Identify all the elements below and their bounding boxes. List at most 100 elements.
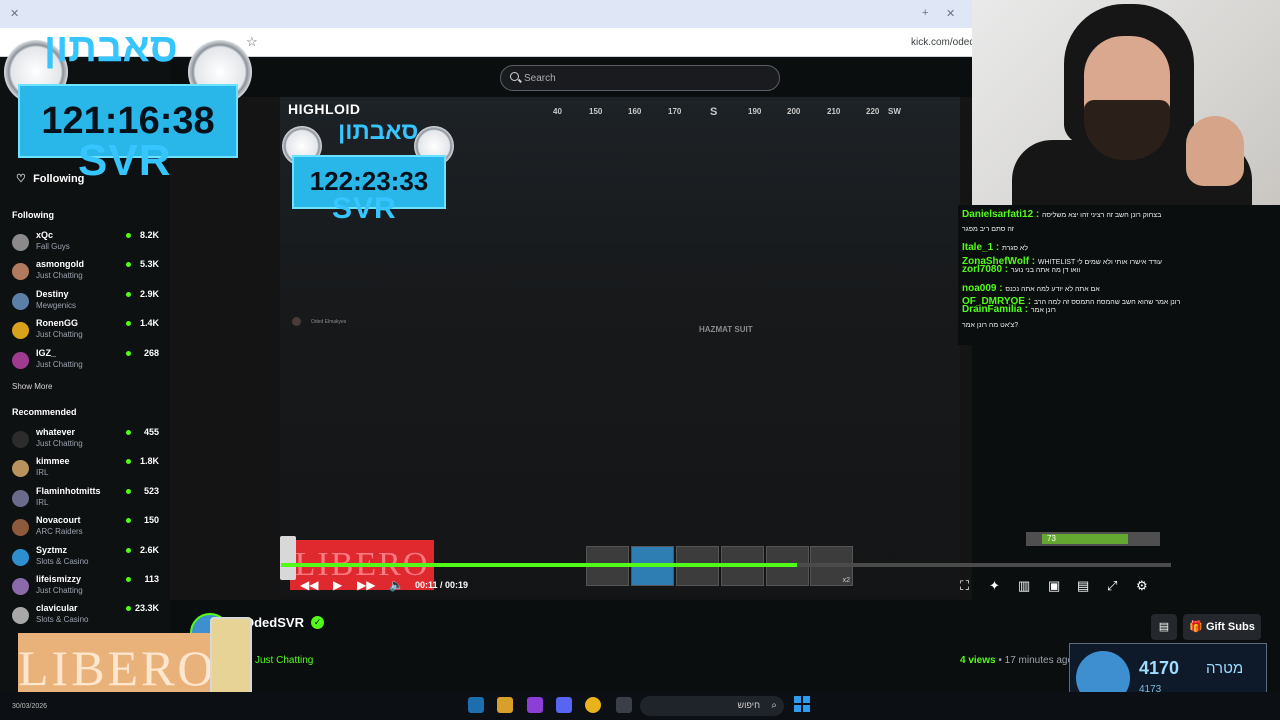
chrome-icon[interactable] [585, 697, 601, 713]
live-dot-icon [126, 350, 131, 356]
chat-message: צ'אט מה רונן אמר? [962, 322, 1018, 329]
theater-mode-icon[interactable]: ▥ [1018, 578, 1030, 594]
svr-label-big: SVR [78, 136, 172, 185]
following-nav-item[interactable]: ♡ Following [16, 172, 84, 185]
show-more-link[interactable]: Show More [12, 382, 52, 391]
channel-category: Just Chatting [36, 359, 83, 369]
live-dot-icon [126, 606, 131, 612]
channel-name: Destiny [36, 288, 69, 299]
recommended-channel[interactable]: kimmee IRL 1.8K [0, 456, 170, 485]
mini-player-icon[interactable]: ▣ [1048, 578, 1060, 594]
sparkle-icon[interactable]: ✦ [989, 578, 1000, 594]
avatar [12, 292, 29, 310]
compass-tick: 150 [589, 107, 603, 116]
windows-start-icon[interactable] [794, 696, 810, 712]
new-tab-icon[interactable]: + [922, 7, 928, 19]
game-logo: HIGHLOID [288, 101, 361, 117]
viewer-count: 2.6K [139, 544, 159, 555]
duration: 00:19 [445, 580, 469, 590]
viewer-count: 113 [144, 574, 159, 584]
recommended-channel[interactable]: whatever Just Chatting 455 [0, 427, 170, 456]
following-channel[interactable]: RonenGG Just Chatting 1.4K [0, 318, 170, 347]
fullscreen-icon[interactable]: ⤢ [1107, 578, 1117, 594]
discord-icon[interactable] [556, 697, 572, 713]
channel-name: Syztmz [36, 544, 68, 555]
channel-category: ARC Raiders [36, 527, 83, 537]
following-channel[interactable]: Destiny Mewgenics 2.9K [0, 289, 170, 318]
taskbar-search[interactable]: חיפוש ⌕ [640, 696, 784, 716]
webcam-feed [972, 0, 1280, 205]
chat-message: zorl7080 : וואו דן מה אתה בני נוער [962, 264, 1080, 275]
avatar [12, 519, 29, 537]
channel-category: Just Chatting [36, 586, 83, 595]
channel-name: asmongold [36, 259, 85, 270]
following-section-title: Following [12, 210, 54, 220]
compass-tick: 170 [668, 107, 682, 116]
picture-in-picture-icon[interactable]: ▤ [1077, 578, 1089, 594]
video-time: 00:11 / 00:19 [415, 580, 469, 590]
video-progress-bar[interactable] [281, 563, 1171, 567]
search-input[interactable]: Search [500, 65, 780, 91]
chat-text: זה סתם ריב מפגר [962, 226, 1014, 233]
following-channel[interactable]: asmongold Just Chatting 5.3K [0, 259, 170, 288]
channel-name: kimmee [36, 456, 70, 467]
clip-icon[interactable]: ⛶ [960, 578, 969, 594]
libero-bottle-small [280, 536, 296, 580]
volume-icon[interactable]: 🔈 [389, 578, 404, 592]
viewer-count: 5.3K [139, 259, 159, 270]
file-explorer-icon[interactable] [616, 697, 632, 713]
channel-category: Fall Guys [36, 242, 70, 251]
close-window-icon[interactable]: ✕ [946, 7, 955, 20]
viewer-count: 23.3K [134, 603, 159, 614]
chat-username[interactable]: DrainFamilia : [962, 304, 1031, 315]
chat-username[interactable]: noa009 : [962, 283, 1005, 294]
compass-tick: S [710, 106, 718, 118]
avatar [12, 234, 29, 251]
live-dot-icon [126, 262, 131, 268]
chat-username[interactable]: Itale_1 : [962, 242, 1002, 253]
forward-icon[interactable]: ▶▶ [357, 578, 375, 592]
streamer-name[interactable]: OdedSVR [244, 615, 304, 630]
close-tab-icon[interactable]: ✕ [10, 7, 19, 20]
steam-icon[interactable] [468, 697, 484, 713]
app-icon[interactable] [497, 697, 513, 713]
following-channel[interactable]: xQc Fall Guys 8.2K [0, 230, 170, 259]
avatar [12, 489, 29, 507]
compass-tick: 220 [866, 107, 880, 116]
chat-username[interactable]: zorl7080 : [962, 264, 1011, 275]
avatar [12, 263, 29, 281]
browser-tab-bar: ✕ + ✕ [0, 0, 972, 28]
live-dot-icon [126, 459, 131, 465]
settings-icon[interactable]: ⚙ [1136, 578, 1148, 594]
live-dot-icon [126, 488, 131, 494]
rewind-icon[interactable]: ◀◀ [300, 578, 318, 592]
bookmark-star-icon[interactable]: ☆ [246, 34, 258, 50]
compass-tick: 190 [748, 107, 762, 116]
channel-category: Just Chatting [36, 439, 83, 448]
hotbar-count: x2 [842, 577, 850, 584]
recommended-section-title: Recommended [12, 407, 77, 417]
recommended-channel[interactable]: clavicular Slots & Casino 23.3K [0, 603, 170, 632]
play-icon[interactable]: ▶ [333, 578, 342, 592]
avatar [292, 317, 301, 326]
chat-message: Itale_1 : לא סגרת [962, 242, 1028, 253]
obs-icon[interactable] [527, 697, 543, 713]
avatar [12, 322, 29, 340]
recommended-channel[interactable]: Syztmz Slots & Casino 2.6K [0, 545, 170, 574]
clip-button[interactable]: ▤ [1151, 614, 1177, 640]
views-time: 17 minutes ago [1004, 655, 1074, 666]
following-channel[interactable]: IGZ_ Just Chatting 268 [0, 348, 170, 377]
search-icon [510, 72, 519, 81]
url-text[interactable]: kick.com/oded [911, 37, 975, 48]
stream-category[interactable]: Just Chatting [255, 655, 313, 666]
recommended-channel[interactable]: Novacourt ARC Raiders 150 [0, 515, 170, 544]
recommended-channel[interactable]: lifeismizzy Just Chatting 113 [0, 574, 170, 603]
chat-username[interactable]: Danielsarfati12 : [962, 209, 1042, 220]
chat-text: לא סגרת [1002, 245, 1028, 252]
gift-subs-button[interactable]: 🎁 Gift Subs [1183, 614, 1261, 640]
compass-tick: 200 [787, 107, 801, 116]
compass-tick: 40 [553, 107, 562, 116]
recommended-channel[interactable]: Flaminhotmitts IRL 523 [0, 486, 170, 515]
subathon-title-big: סאבתון [44, 26, 178, 70]
channel-name: RonenGG [36, 318, 78, 329]
